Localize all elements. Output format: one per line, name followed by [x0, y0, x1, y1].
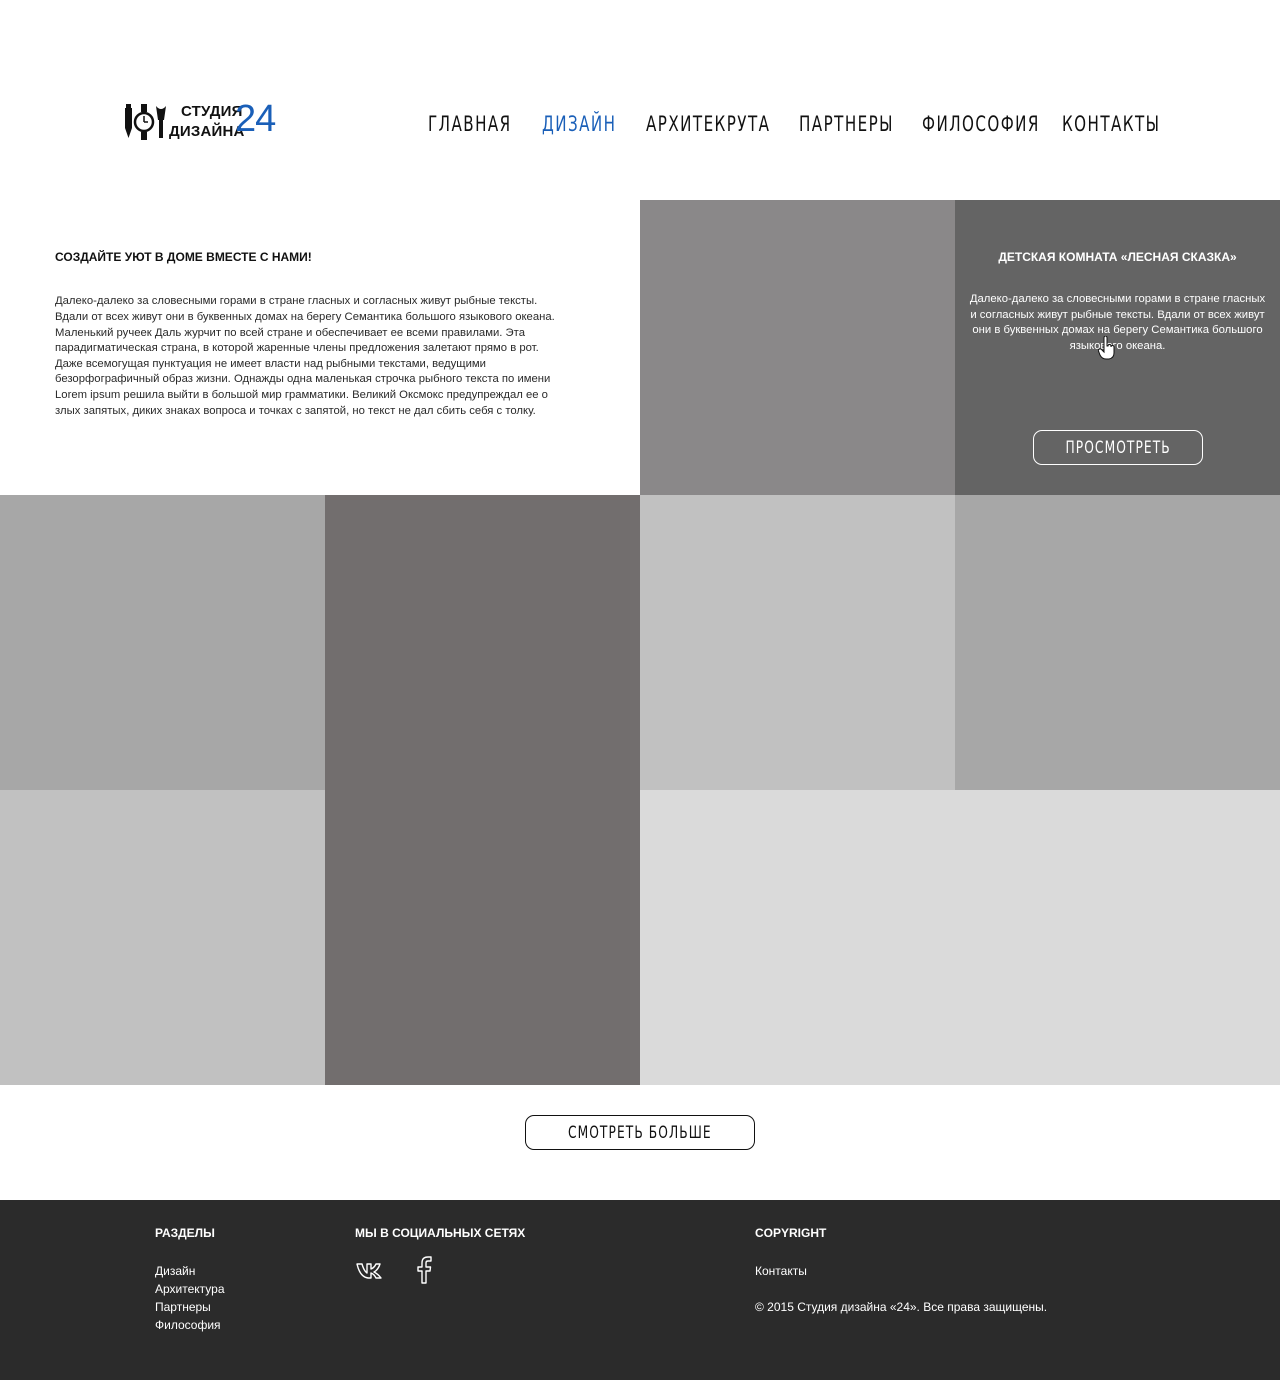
nav-item-home[interactable]: ГЛАВНАЯ [428, 112, 512, 136]
gallery-tile[interactable] [0, 790, 325, 1085]
see-more-button[interactable]: СМОТРЕТЬ БОЛЬШЕ [525, 1115, 755, 1150]
nav-item-partners[interactable]: ПАРТНЕРЫ [799, 112, 894, 136]
nav-item-design[interactable]: ДИЗАЙН [542, 112, 616, 136]
gallery-tile[interactable] [0, 495, 325, 790]
footer-sections-title: РАЗДЕЛЫ [155, 1226, 215, 1240]
footer-link-design[interactable]: Дизайн [155, 1264, 195, 1278]
copyright-text: © 2015 Студия дизайна «24». Все права за… [755, 1300, 1048, 1314]
footer: РАЗДЕЛЫ Дизайн Архитектура Партнеры Фило… [0, 1200, 1280, 1380]
nav-item-architecture[interactable]: АРХИТЕКРУТА [646, 112, 770, 136]
gallery-tile[interactable] [640, 790, 1280, 1085]
gallery-tile[interactable] [640, 200, 955, 495]
gallery-tile[interactable] [325, 495, 640, 1085]
gallery-tile[interactable] [640, 495, 955, 790]
view-button[interactable]: ПРОСМОТРЕТЬ [1033, 430, 1203, 465]
footer-link-architecture[interactable]: Архитектура [155, 1282, 225, 1296]
footer-link-partners[interactable]: Партнеры [155, 1300, 211, 1314]
view-button-label: ПРОСМОТРЕТЬ [1065, 437, 1171, 458]
main-nav: ГЛАВНАЯ ДИЗАЙН АРХИТЕКРУТА ПАРТНЕРЫ ФИЛО… [0, 112, 1280, 144]
see-more-label: СМОТРЕТЬ БОЛЬШЕ [568, 1122, 712, 1143]
hand-cursor-icon [1098, 336, 1115, 360]
facebook-icon[interactable] [408, 1256, 440, 1284]
footer-link-philosophy[interactable]: Философия [155, 1318, 221, 1332]
feature-title: ДЕТСКАЯ КОМНАТА «ЛЕСНАЯ СКАЗКА» [998, 250, 1237, 264]
intro-title: СОЗДАЙТЕ УЮТ В ДОМЕ ВМЕСТЕ С НАМИ! [55, 250, 312, 264]
nav-item-philosophy[interactable]: ФИЛОСОФИЯ [922, 112, 1040, 136]
footer-copyright-title: COPYRIGHT [755, 1226, 827, 1240]
gallery-tile[interactable] [955, 495, 1280, 790]
nav-item-contacts[interactable]: КОНТАКТЫ [1062, 112, 1160, 136]
vk-icon[interactable] [355, 1256, 387, 1284]
footer-link-contacts[interactable]: Контакты [755, 1264, 807, 1278]
feature-text: Далеко-далеко за словесными горами в стр… [969, 293, 1266, 352]
intro-text: Далеко-далеко за словесными горами в стр… [55, 295, 555, 417]
feature-card: ДЕТСКАЯ КОМНАТА «ЛЕСНАЯ СКАЗКА» Далеко-д… [955, 200, 1280, 495]
footer-social-title: МЫ В СОЦИАЛЬНЫХ СЕТЯХ [355, 1226, 526, 1240]
